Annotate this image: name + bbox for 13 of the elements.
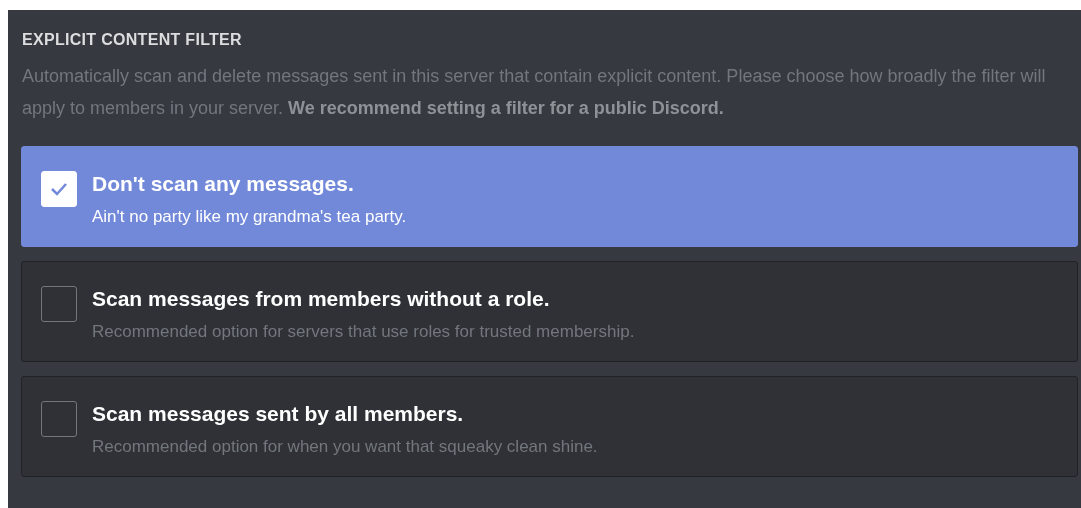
- filter-option[interactable]: Scan messages from members without a role. Recommended option for servers that use roles for trusted membership.: [21, 261, 1078, 362]
- option-description: Recommended option for when you want that squeaky clean shine.: [92, 436, 598, 458]
- option-title: Scan messages sent by all members.: [92, 401, 465, 427]
- section-title: EXPLICIT CONTENT FILTER: [21, 30, 243, 50]
- option-title: Scan messages from members without a role.: [92, 286, 551, 312]
- option-title: Don't scan any messages.: [92, 171, 355, 197]
- option-description: Ain't no party like my grandma's tea party.: [92, 206, 407, 228]
- checkbox[interactable]: [41, 401, 77, 437]
- option-description: Recommended option for servers that use roles for trusted membership.: [92, 321, 635, 343]
- checkmark-icon: [50, 182, 68, 196]
- section-description: Automatically scan and delete messages sent in this server that contain explicit content. Please choose how broadly the filter will apply to members in your server. We recommend setting a filter for a public Discord.: [22, 65, 1047, 120]
- checkbox[interactable]: [41, 286, 77, 322]
- filter-option[interactable]: Scan messages sent by all members. Recommended option for when you want that squeaky clean shine.: [21, 376, 1078, 477]
